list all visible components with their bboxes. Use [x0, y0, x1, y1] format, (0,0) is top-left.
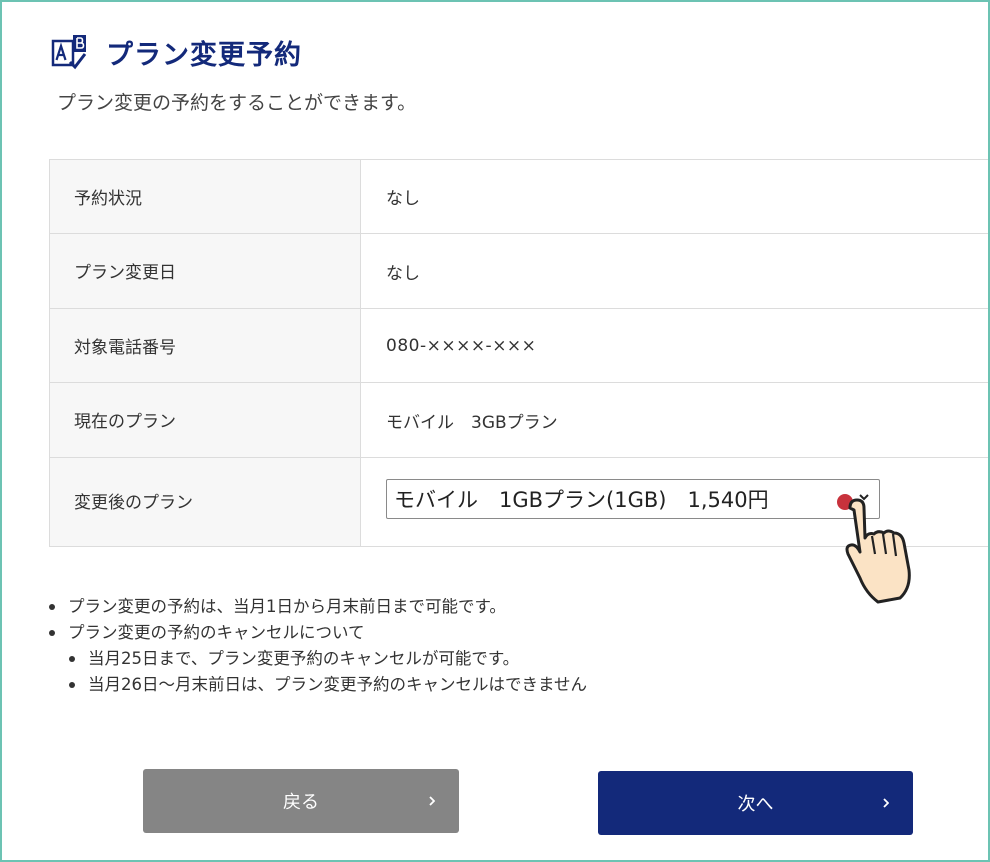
- bullet: [69, 682, 75, 688]
- notes-list: プラン変更の予約は、当月1日から月末前日まで可能です。 プラン変更の予約のキャン…: [48, 594, 587, 698]
- chevron-right-icon: [429, 796, 435, 806]
- note-text: 当月25日まで、プラン変更予約のキャンセルが可能です。: [88, 649, 520, 668]
- current-plan-value: モバイル 3GBプラン: [386, 412, 558, 433]
- row-label: プラン変更日: [49, 234, 361, 308]
- chevron-right-icon: [883, 798, 889, 808]
- screenshot-frame: プラン変更予約 プラン変更の予約をすることができます。 予約状況 なし プラン変…: [0, 0, 990, 862]
- bullet: [49, 630, 55, 636]
- table-row-reservation-status: 予約状況 なし: [49, 160, 988, 234]
- bullet: [69, 656, 75, 662]
- next-button[interactable]: 次へ: [598, 771, 913, 835]
- plan-change-ab-icon: [51, 35, 87, 70]
- reservation-status-value: なし: [386, 189, 420, 209]
- page-title: プラン変更予約: [106, 39, 302, 71]
- new-plan-select[interactable]: モバイル 1GBプラン(1GB) 1,540円: [386, 479, 880, 519]
- bullet: [49, 604, 55, 610]
- note-text: 当月26日～月末前日は、プラン変更予約のキャンセルはできません: [88, 675, 588, 694]
- list-item: プラン変更の予約のキャンセルについて: [48, 620, 587, 646]
- back-button[interactable]: 戻る: [143, 769, 459, 833]
- change-date-value: なし: [386, 263, 420, 284]
- row-label: 対象電話番号: [49, 309, 361, 382]
- phone-number-value: 080-××××-×××: [386, 335, 537, 356]
- pointing-hand-icon: [845, 498, 911, 604]
- plan-info-table: 予約状況 なし プラン変更日 なし 対象電話番号 080-××××-××× 現在…: [49, 159, 988, 547]
- list-item: 当月26日～月末前日は、プラン変更予約のキャンセルはできません: [48, 672, 587, 698]
- table-row-phone-number: 対象電話番号 080-××××-×××: [49, 309, 988, 383]
- new-plan-selected-value: モバイル 1GBプラン(1GB) 1,540円: [394, 488, 769, 512]
- list-item: 当月25日まで、プラン変更予約のキャンセルが可能です。: [48, 646, 587, 672]
- row-label: 現在のプラン: [49, 383, 361, 457]
- page-subtitle: プラン変更の予約をすることができます。: [57, 92, 417, 114]
- table-row-change-date: プラン変更日 なし: [49, 234, 988, 309]
- back-button-label: 戻る: [283, 792, 319, 813]
- page-header: プラン変更予約: [50, 32, 302, 72]
- row-label: 変更後のプラン: [49, 458, 361, 546]
- note-text: プラン変更の予約のキャンセルについて: [68, 623, 365, 642]
- table-row-current-plan: 現在のプラン モバイル 3GBプラン: [49, 383, 988, 458]
- next-button-label: 次へ: [737, 794, 774, 815]
- list-item: プラン変更の予約は、当月1日から月末前日まで可能です。: [48, 594, 587, 620]
- note-text: プラン変更の予約は、当月1日から月末前日まで可能です。: [68, 597, 506, 616]
- row-label: 予約状況: [49, 160, 361, 233]
